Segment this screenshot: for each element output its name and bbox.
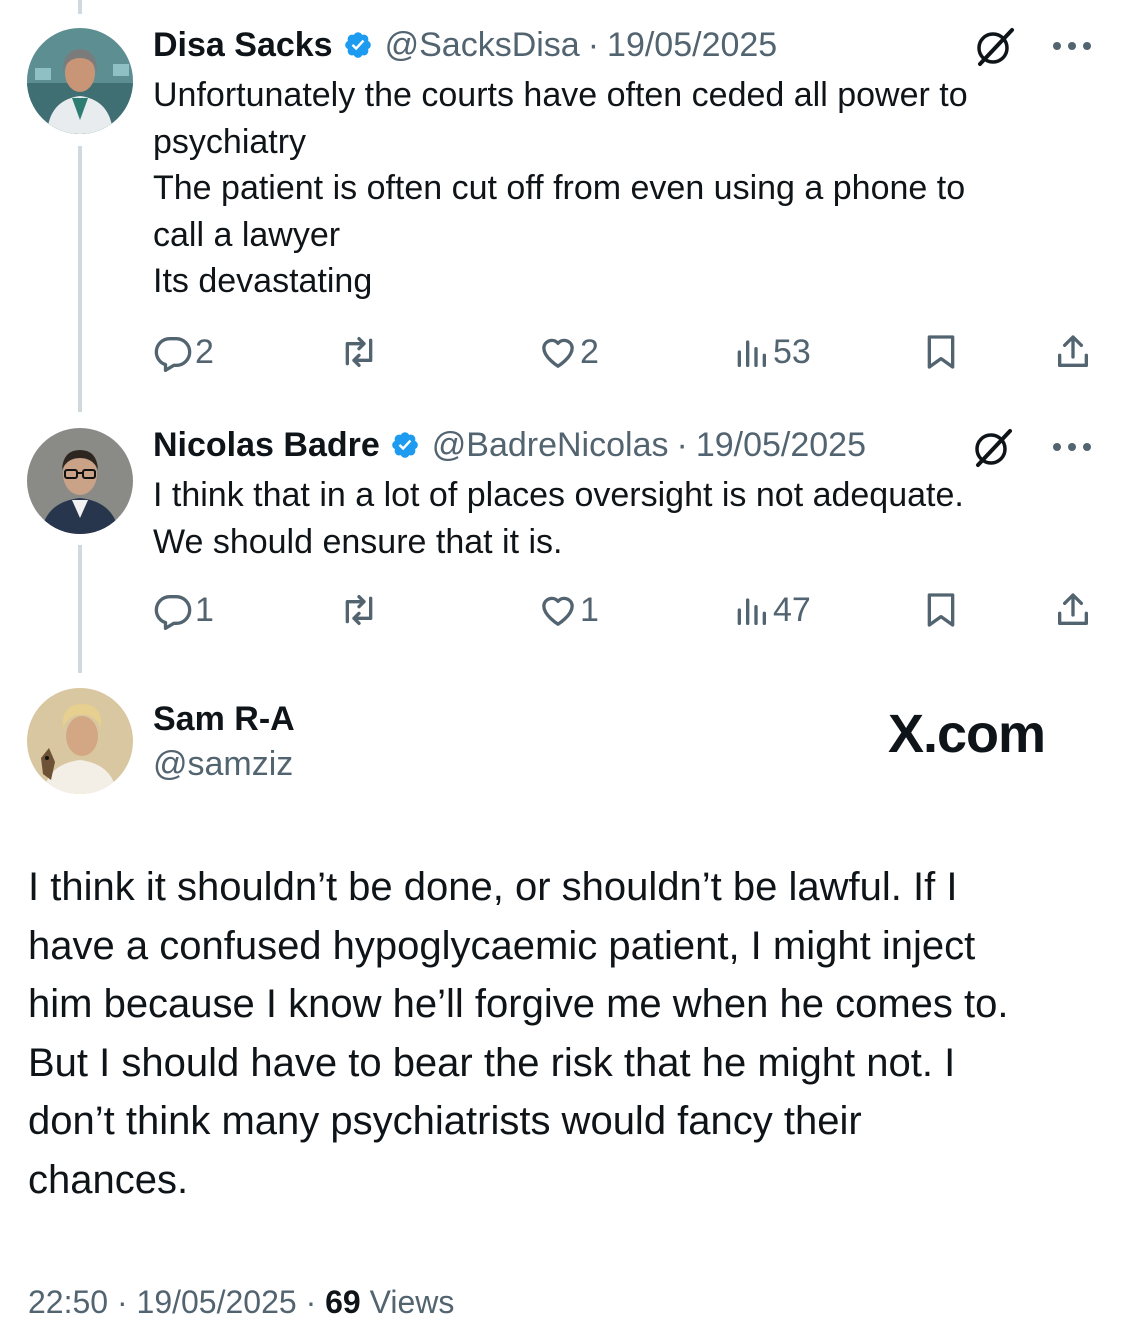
verified-badge-icon	[344, 32, 371, 58]
author-handle[interactable]: @samziz	[153, 745, 293, 784]
separator-dot: ·	[116, 1284, 128, 1320]
text-line: Unfortunately the courts have often cede…	[153, 76, 968, 114]
views-button[interactable]: 47	[731, 588, 811, 632]
author-name[interactable]: Nicolas Badre	[153, 426, 380, 465]
repost-icon	[345, 595, 373, 625]
avatar[interactable]	[27, 28, 133, 134]
avatar-image	[27, 428, 133, 534]
heart-icon	[542, 338, 574, 368]
more-icon[interactable]	[1052, 40, 1092, 52]
action-bar: 2 2 53	[153, 330, 1098, 374]
avatar[interactable]	[27, 688, 133, 794]
views-button[interactable]: 53	[731, 330, 811, 374]
reply-icon	[154, 595, 192, 630]
author-handle[interactable]: @SacksDisa	[385, 26, 580, 65]
views-count: 69	[325, 1284, 361, 1320]
like-button[interactable]: 1	[538, 588, 599, 632]
bookmark-icon	[927, 593, 955, 627]
share-icon	[1058, 593, 1088, 625]
text-line: I think that in a lot of places oversigh…	[153, 476, 964, 514]
reply-button[interactable]: 1	[153, 588, 214, 632]
more-icon[interactable]	[1052, 441, 1092, 453]
post-date[interactable]: 19/05/2025	[696, 426, 866, 465]
text-line: chances.	[28, 1157, 189, 1202]
x-com-watermark: X.com	[888, 704, 1046, 764]
thread-line-2	[78, 545, 82, 673]
repost-button[interactable]	[339, 588, 379, 632]
post-meta: 22:50 · 19/05/2025 · 69 Views	[28, 1284, 454, 1321]
like-count: 2	[580, 332, 599, 371]
action-bar: 1 1 47	[153, 588, 1098, 632]
text-line: I think it shouldn’t be done, or shouldn…	[28, 865, 958, 909]
text-line: Its devastating	[153, 262, 373, 300]
text-line: don’t think many psychiatrists would fan…	[28, 1099, 862, 1143]
post-header: Disa Sacks @SacksDisa · 19/05/2025	[153, 23, 777, 67]
text-line: But I should have to bear the risk that …	[28, 1040, 956, 1085]
share-button[interactable]	[1053, 330, 1093, 374]
post-text: Unfortunately the courts have often cede…	[153, 72, 1073, 305]
text-line: We should ensure that it is.	[153, 522, 563, 561]
bookmark-button[interactable]	[921, 330, 961, 374]
share-icon	[1058, 335, 1088, 367]
bookmark-button[interactable]	[921, 588, 961, 632]
post-text: I think that in a lot of places oversigh…	[153, 472, 1073, 565]
text-line: psychiatry	[153, 122, 307, 161]
grok-icon[interactable]	[970, 425, 1016, 471]
like-button[interactable]: 2	[538, 330, 599, 374]
avatar-image	[27, 28, 133, 134]
like-count: 1	[580, 590, 599, 629]
post-date[interactable]: 19/05/2025	[607, 26, 777, 65]
views-count: 47	[773, 590, 811, 629]
separator-dot: ·	[587, 25, 600, 64]
reply-icon	[154, 337, 192, 372]
views-count: 53	[773, 332, 811, 371]
separator-dot: ·	[676, 425, 688, 464]
post-header: Nicolas Badre @BadreNicolas · 19/05/2025	[153, 423, 866, 467]
views-icon	[737, 340, 766, 367]
text-line: him because I know he’ll forgive me when…	[28, 982, 1009, 1026]
avatar-image	[27, 688, 133, 794]
verified-badge-icon	[391, 432, 418, 458]
separator-dot: ·	[305, 1284, 317, 1320]
thread-line-1	[78, 146, 82, 412]
reply-button[interactable]: 2	[153, 330, 214, 374]
reply-count: 1	[195, 590, 214, 629]
post-text: I think it shouldn’t be done, or shouldn…	[28, 858, 1098, 1209]
views-icon	[737, 598, 766, 625]
repost-button[interactable]	[339, 330, 379, 374]
post-time[interactable]: 22:50	[28, 1284, 108, 1320]
text-line: The patient is often cut off from even u…	[153, 169, 966, 207]
bookmark-icon	[927, 335, 955, 369]
views-label: Views	[369, 1284, 455, 1320]
avatar[interactable]	[27, 428, 133, 534]
reply-count: 2	[195, 332, 214, 371]
author-handle[interactable]: @BadreNicolas	[432, 426, 669, 465]
text-line: call a lawyer	[153, 215, 341, 254]
share-button[interactable]	[1053, 588, 1093, 632]
heart-icon	[542, 596, 574, 626]
text-line: have a confused hypoglycaemic patient, I…	[28, 923, 976, 968]
author-name[interactable]: Disa Sacks	[153, 26, 333, 65]
post-date[interactable]: 19/05/2025	[137, 1284, 297, 1320]
author-name[interactable]: Sam R-A	[153, 700, 295, 739]
repost-icon	[345, 337, 373, 367]
grok-icon[interactable]	[972, 24, 1018, 70]
thread-line-top	[78, 0, 82, 14]
